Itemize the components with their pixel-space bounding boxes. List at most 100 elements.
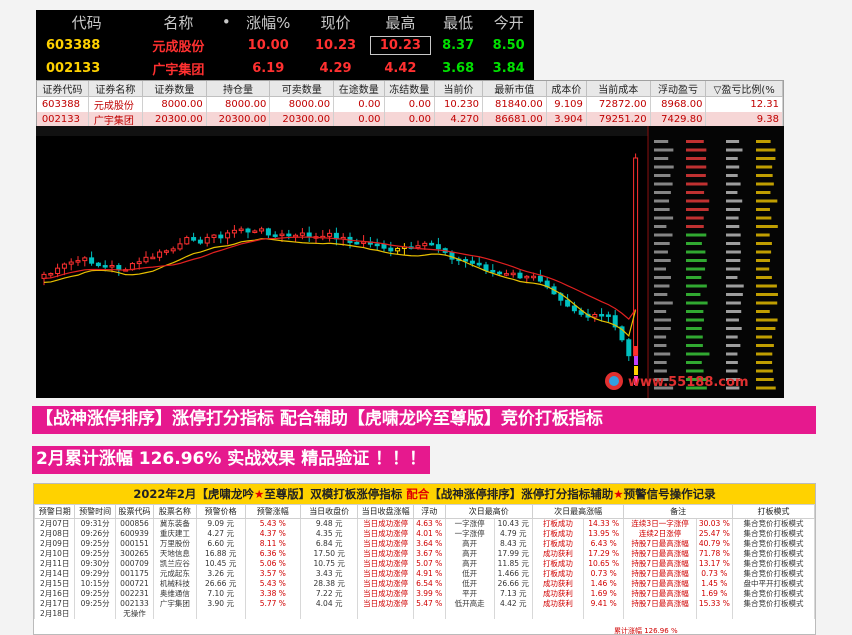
position-header-3[interactable]: 持仓量 bbox=[206, 81, 271, 97]
candle-body bbox=[633, 157, 639, 357]
order-book-line bbox=[686, 344, 703, 347]
order-book-line bbox=[686, 310, 704, 313]
position-header-8[interactable]: 最新市值 bbox=[482, 81, 547, 97]
candle-body bbox=[252, 230, 258, 233]
record-cell: 连续2日涨停 bbox=[623, 529, 697, 539]
order-book-line bbox=[654, 157, 669, 160]
record-cell: 1.69 % bbox=[582, 589, 625, 599]
record-cell: 10.65 % bbox=[582, 559, 625, 569]
candle-body bbox=[89, 257, 95, 264]
position-header-0[interactable]: 证券代码 bbox=[37, 81, 89, 97]
record-cell: 打板成功 bbox=[531, 518, 584, 529]
position-header-10[interactable]: 当前成本 bbox=[586, 81, 651, 97]
order-book-line bbox=[726, 191, 738, 194]
order-book-line bbox=[756, 361, 773, 364]
quote-header-6[interactable]: 最低 bbox=[433, 10, 484, 34]
record-cell: 2月08日 bbox=[34, 529, 76, 539]
quote-header-7[interactable]: 今开 bbox=[483, 10, 534, 34]
order-book-line bbox=[654, 182, 673, 186]
order-book-line bbox=[654, 369, 667, 373]
candlestick-chart-panel[interactable]: www.55188.com bbox=[36, 126, 784, 398]
position-header-1[interactable]: 证券名称 bbox=[88, 81, 144, 97]
order-book-line bbox=[726, 148, 743, 152]
record-cell: 09:31分 bbox=[74, 518, 116, 529]
signal-bar bbox=[634, 356, 638, 365]
order-book-line bbox=[756, 208, 770, 211]
order-book-line bbox=[686, 335, 703, 339]
order-book-line bbox=[686, 148, 707, 152]
record-cell: 2月07日 bbox=[34, 518, 76, 529]
position-header-5[interactable]: 在途数量 bbox=[333, 81, 385, 97]
quote-row[interactable]: 603388 元成股份 10.00 10.23 10.23 8.37 8.50 bbox=[36, 34, 534, 57]
quote-header-2[interactable]: • bbox=[219, 10, 233, 34]
record-cell: 当日成功涨停 bbox=[357, 579, 414, 589]
order-book-line bbox=[726, 301, 741, 305]
order-book-line bbox=[654, 301, 673, 305]
record-cell: 3.67 % bbox=[412, 549, 446, 559]
quote-cell-open: 8.50 bbox=[492, 38, 525, 53]
position-header-6[interactable]: 冻结数量 bbox=[384, 81, 436, 97]
position-cell: 8000.00 bbox=[206, 96, 271, 112]
record-cell: 当日成功涨停 bbox=[357, 559, 414, 569]
quote-cell-low: 8.37 bbox=[442, 38, 475, 53]
candle-body bbox=[327, 232, 333, 237]
position-cell: 81840.00 bbox=[482, 96, 547, 112]
position-cell: 7429.80 bbox=[650, 112, 707, 127]
candle-body bbox=[469, 260, 475, 264]
order-book-line bbox=[686, 199, 710, 203]
order-book-line bbox=[654, 352, 671, 356]
record-cell: 6.60 元 bbox=[195, 539, 246, 549]
record-title-part-a: 2022年2月【虎啸龙吟 bbox=[133, 487, 254, 501]
quote-header-1[interactable]: 名称 bbox=[137, 10, 219, 34]
quote-header-5[interactable]: 最高 bbox=[368, 10, 433, 34]
order-book-line bbox=[654, 225, 667, 228]
quote-header-4[interactable]: 现价 bbox=[303, 10, 368, 34]
record-cell: 1.45 % bbox=[695, 579, 733, 589]
record-cell: 重庆建工 bbox=[153, 529, 197, 539]
position-cell: 广宇集团 bbox=[88, 112, 144, 127]
order-book-line bbox=[756, 174, 773, 177]
quote-header-0[interactable]: 代码 bbox=[36, 10, 137, 34]
order-book-line bbox=[726, 174, 738, 177]
record-cell: 10.45 元 bbox=[195, 559, 246, 569]
candle-body bbox=[435, 244, 441, 250]
order-book-line bbox=[654, 267, 667, 271]
position-row[interactable]: 002133 广宇集团 20300.00 20300.00 20300.00 0.00 0.… bbox=[37, 112, 783, 127]
record-cell: 4.37 % bbox=[244, 529, 301, 539]
candle-body bbox=[497, 271, 503, 275]
record-cell bbox=[582, 609, 625, 619]
quote-panel: 代码 名称 • 涨幅% 现价 最高 最低 今开 603388 元成股份 10.00 10.23 10.… bbox=[36, 10, 534, 80]
candle-body bbox=[136, 261, 142, 265]
candle-body bbox=[163, 250, 169, 253]
record-cell: 机械科技 bbox=[153, 579, 197, 589]
position-cell: 0.00 bbox=[333, 96, 385, 112]
record-cell: 25.47 % bbox=[695, 529, 733, 539]
record-cell: 3.43 元 bbox=[299, 569, 359, 579]
order-book-line bbox=[726, 284, 744, 288]
position-header-7[interactable]: 当前价 bbox=[434, 81, 484, 97]
position-header-11[interactable]: 浮动盈亏 bbox=[650, 81, 707, 97]
record-header-2: 股票代码 bbox=[114, 504, 155, 519]
record-cell: 17.29 % bbox=[582, 549, 625, 559]
position-row[interactable]: 603388 元成股份 8000.00 8000.00 8000.00 0.00 0.00 1… bbox=[37, 96, 783, 112]
candlestick-chart[interactable]: www.55188.com bbox=[36, 126, 784, 398]
order-book-line bbox=[686, 191, 705, 194]
position-cell: 20300.00 bbox=[206, 112, 271, 127]
candle-body bbox=[231, 229, 237, 234]
order-book-line bbox=[654, 233, 673, 237]
quote-cell-low: 3.68 bbox=[442, 61, 475, 76]
quote-header-3[interactable]: 涨幅% bbox=[233, 10, 303, 34]
position-header-12[interactable]: ▽盈亏比例(% bbox=[705, 81, 783, 97]
position-header-9[interactable]: 成本价 bbox=[546, 81, 587, 97]
candle-body bbox=[265, 228, 271, 236]
quote-row[interactable]: 002133 广宇集团 6.19 4.29 4.42 3.68 3.84 bbox=[36, 57, 534, 80]
candle-body bbox=[483, 264, 489, 271]
quote-cell-name: 广宇集团 bbox=[152, 63, 205, 78]
candle-body bbox=[197, 239, 203, 244]
order-book-line bbox=[654, 318, 672, 322]
position-header-2[interactable]: 证券数量 bbox=[142, 81, 207, 97]
record-cell: 4.01 % bbox=[412, 529, 446, 539]
quote-cell-pct: 6.19 bbox=[252, 61, 285, 76]
position-header-4[interactable]: 可卖数量 bbox=[269, 81, 335, 97]
order-book-line bbox=[756, 378, 774, 381]
